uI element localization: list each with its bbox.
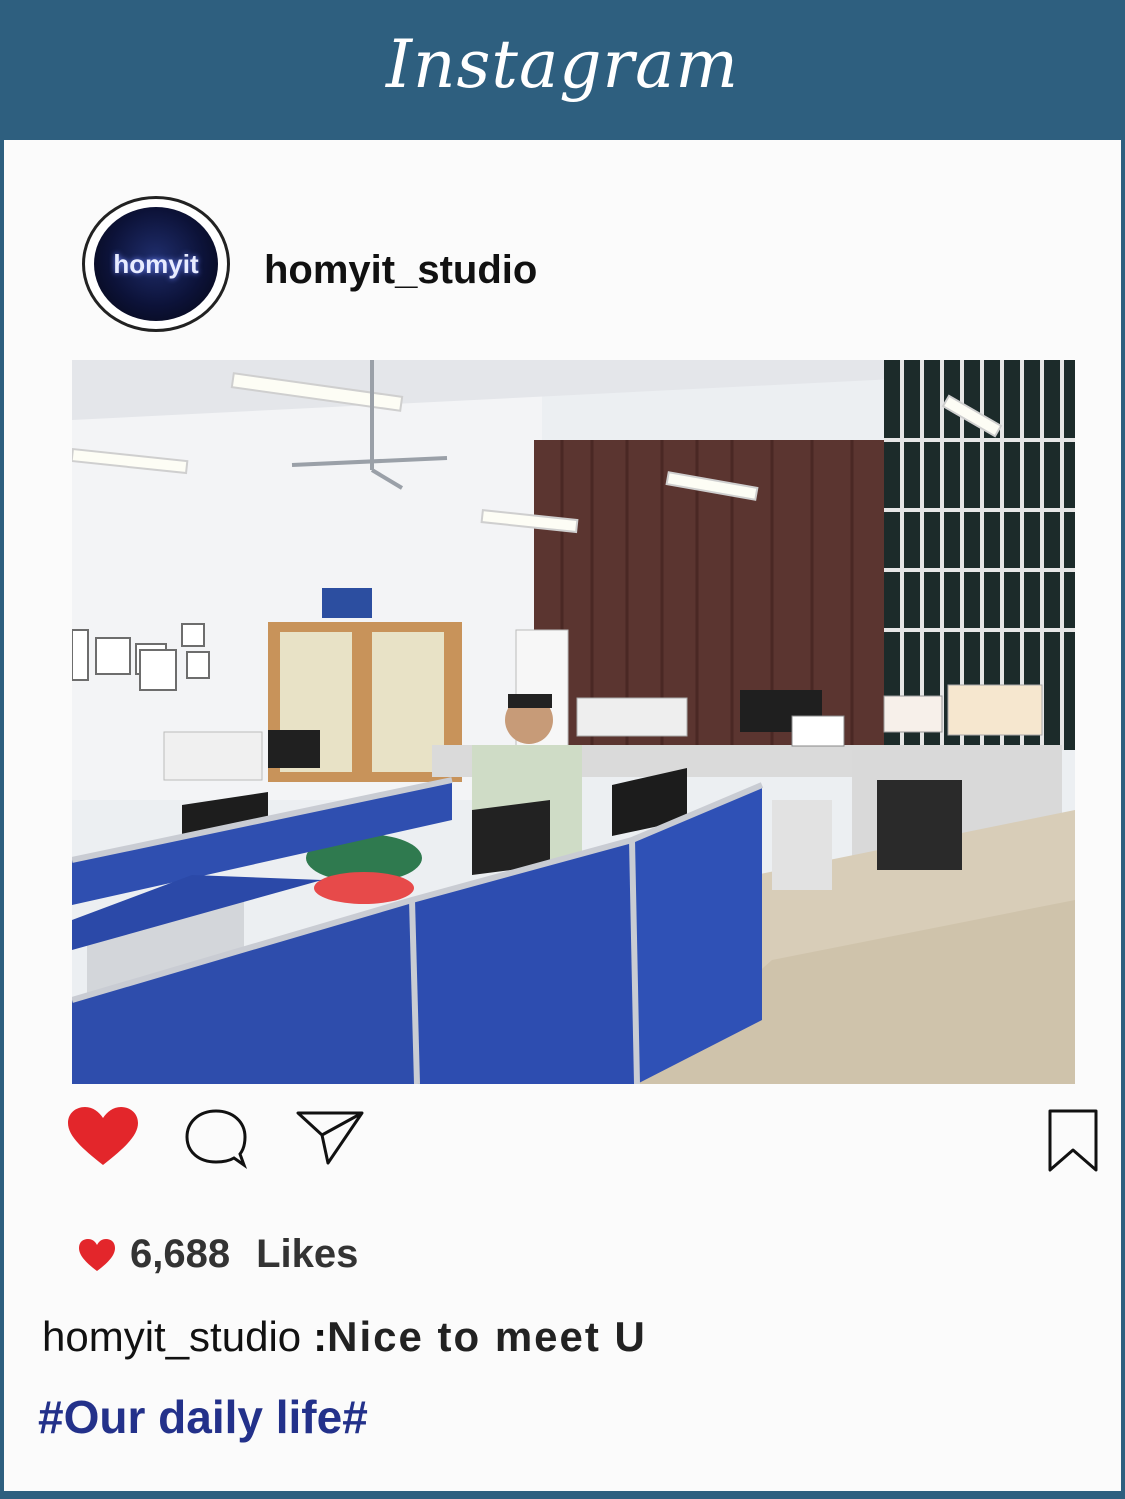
avatar-text: homyit <box>113 248 199 279</box>
avatar-logo: homyit <box>94 207 218 321</box>
heart-small-icon <box>79 1238 115 1271</box>
likes-summary: 6,688 Likes <box>78 1232 358 1277</box>
caption-separator: : <box>313 1313 328 1360</box>
likes-count: 6,688 <box>130 1232 231 1276</box>
likes-label: Likes <box>256 1232 359 1276</box>
paper-plane-icon[interactable] <box>294 1107 366 1167</box>
bookmark-icon[interactable] <box>1046 1108 1100 1174</box>
caption-username[interactable]: homyit_studio <box>42 1313 301 1360</box>
heart-filled-icon[interactable] <box>66 1105 140 1167</box>
post-caption: homyit_studio:Nice to meet U <box>42 1313 647 1361</box>
header-bar: Instagram <box>0 0 1125 140</box>
instagram-logo: Instagram <box>385 25 740 103</box>
post-username[interactable]: homyit_studio <box>264 248 537 293</box>
comment-bubble-icon[interactable] <box>182 1107 250 1169</box>
caption-text: Nice to meet U <box>327 1313 647 1360</box>
post-photo[interactable] <box>72 360 1075 1084</box>
avatar[interactable]: homyit <box>82 196 230 332</box>
hashtag[interactable]: #Our daily life# <box>38 1390 368 1444</box>
